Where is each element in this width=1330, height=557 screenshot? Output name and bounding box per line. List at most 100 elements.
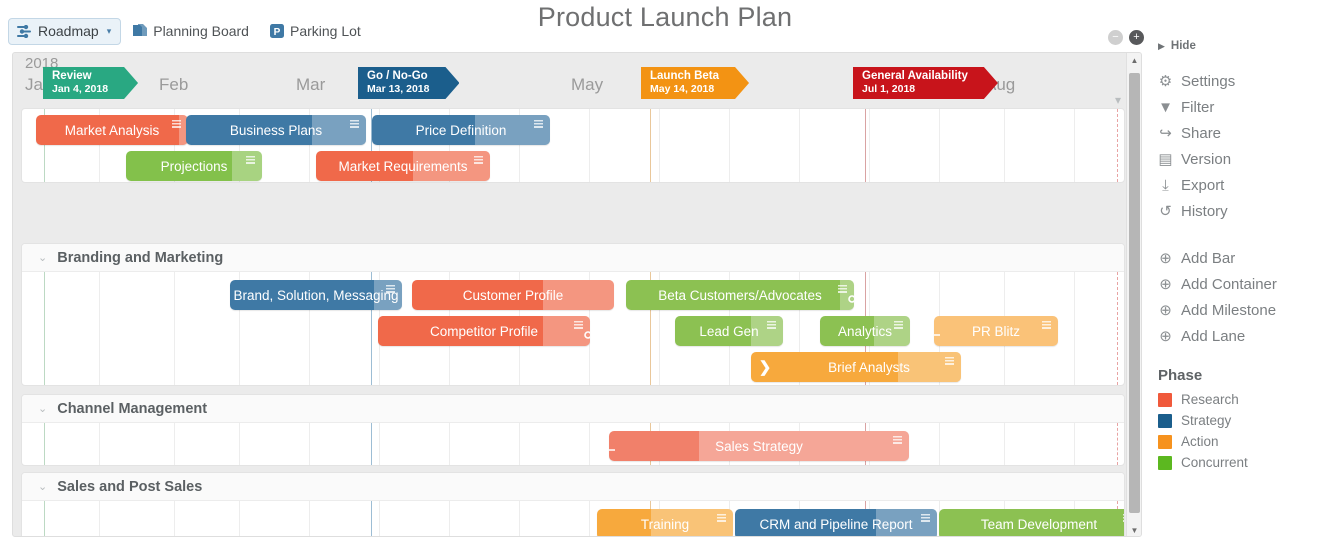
scroll-down-arrow-icon[interactable]: ▼	[1127, 523, 1141, 536]
chart-vertical-scrollbar[interactable]: ▲ ▼	[1126, 53, 1141, 536]
bar-menu-grip-icon[interactable]	[894, 321, 903, 329]
lane-collapse-caret-icon[interactable]: ⌄	[38, 480, 47, 493]
bar-menu-grip-icon[interactable]	[474, 156, 483, 164]
lane-branding-and-marketing: ⌄ Branding and Marketing Brand, Solution, …	[21, 243, 1125, 386]
sidebar-item-add-container[interactable]: ⊕ Add Container	[1158, 271, 1326, 297]
bar-expand-chevron-icon[interactable]: ❯	[751, 352, 779, 382]
bar-menu-grip-icon[interactable]	[246, 156, 255, 164]
milestone-date: May 14, 2018	[650, 83, 715, 95]
sidebar-item-add-milestone[interactable]: ⊕ Add Milestone	[1158, 297, 1326, 323]
gantt-bar-label: Lead Gen	[699, 323, 759, 339]
gantt-bar[interactable]: Projections	[126, 151, 262, 181]
milestone-guide-line	[44, 501, 45, 536]
bar-menu-grip-icon[interactable]	[1042, 321, 1051, 329]
tab-roadmap[interactable]: Roadmap ▾	[8, 18, 122, 45]
lane-header[interactable]: ⌄ Channel Management	[22, 395, 1124, 423]
milestone-title: Review	[52, 70, 92, 82]
gantt-bar[interactable]: Brand, Solution, Messaging	[230, 280, 402, 310]
gridline	[99, 272, 100, 385]
sidebar-item-filter[interactable]: ▼ Filter	[1158, 94, 1326, 120]
lane-body: Training CRM and Pipeline Report Team Deve…	[22, 501, 1124, 536]
gridline	[659, 109, 660, 182]
gantt-bar[interactable]: Beta Customers/Advocates	[626, 280, 854, 310]
milestone-guide-line	[1117, 423, 1118, 465]
lane-title: Branding and Marketing	[57, 249, 224, 266]
gridline	[379, 423, 380, 465]
dependency-connector-left-icon[interactable]	[609, 442, 615, 451]
sidebar-item-version[interactable]: ▤ Version	[1158, 146, 1326, 172]
tab-planning-board[interactable]: Planning Board	[125, 19, 258, 44]
scroll-thumb[interactable]	[1129, 73, 1140, 513]
bar-menu-grip-icon[interactable]	[767, 321, 776, 329]
lane-canvas: Market Analysis Business Plans Price Defin…	[13, 108, 1141, 536]
lane-collapse-caret-icon[interactable]: ⌄	[38, 402, 47, 415]
bar-menu-grip-icon[interactable]	[717, 514, 726, 522]
sidebar-item-history[interactable]: ↺ History	[1158, 198, 1326, 224]
dependency-connector-right-icon[interactable]	[848, 291, 854, 303]
legend-item[interactable]: Research	[1158, 389, 1326, 410]
lane-header[interactable]: ⌄ Sales and Post Sales	[22, 473, 1124, 501]
gantt-bar[interactable]: Competitor Profile	[378, 316, 590, 346]
gantt-bar[interactable]: Business Plans	[186, 115, 366, 145]
legend-item[interactable]: Action	[1158, 431, 1326, 452]
zoom-out-button[interactable]: −	[1108, 30, 1123, 45]
gantt-bar[interactable]: PR Blitz	[934, 316, 1058, 346]
plus-circle-icon: ⊕	[1159, 250, 1172, 267]
sidebar-item-add-lane[interactable]: ⊕ Add Lane	[1158, 323, 1326, 349]
bar-menu-grip-icon[interactable]	[945, 357, 954, 365]
dependency-connector-left-icon[interactable]	[934, 327, 940, 336]
milestone-guide-line	[44, 272, 45, 385]
timeline-header: 2018 Jan Feb Mar May Aug Review Jan 4, 2018 Go…	[13, 53, 1141, 108]
gantt-bar[interactable]: CRM and Pipeline Report	[735, 509, 937, 536]
tab-parking-lot-label: Parking Lot	[289, 23, 361, 39]
bar-menu-grip-icon[interactable]	[893, 436, 902, 444]
zoom-in-button[interactable]: +	[1129, 30, 1144, 45]
plus-circle-icon: ⊕	[1159, 328, 1172, 345]
tab-roadmap-label: Roadmap	[38, 23, 99, 39]
gantt-bar[interactable]: Market Analysis	[36, 115, 188, 145]
gantt-bar-label: CRM and Pipeline Report	[759, 516, 913, 532]
sidebar-item-export[interactable]: ⤓ Export	[1158, 172, 1326, 198]
gantt-bar[interactable]: Market Requirements	[316, 151, 490, 181]
bar-menu-grip-icon[interactable]	[574, 321, 583, 329]
legend-item[interactable]: Strategy	[1158, 410, 1326, 431]
milestone-flag[interactable]: General Availability Jul 1, 2018	[853, 67, 998, 99]
month-label: Mar	[296, 75, 326, 94]
bar-menu-grip-icon[interactable]	[386, 285, 395, 293]
sidebar-item-label: Version	[1181, 150, 1232, 168]
gantt-bar[interactable]: ❯ Brief Analysts	[751, 352, 961, 382]
sidebar-item-share[interactable]: ↪ Share	[1158, 120, 1326, 146]
gantt-bar[interactable]: Lead Gen	[675, 316, 783, 346]
gantt-bar[interactable]: Training	[597, 509, 733, 536]
lane-collapse-caret-icon[interactable]: ⌄	[38, 251, 47, 264]
scroll-up-arrow-icon[interactable]: ▲	[1127, 53, 1141, 68]
bar-menu-grip-icon[interactable]	[921, 514, 930, 522]
sidebar-item-settings[interactable]: ⚙ Settings	[1158, 68, 1326, 94]
bar-menu-grip-icon[interactable]	[350, 120, 359, 128]
gantt-bar[interactable]: Customer Profile	[412, 280, 614, 310]
gantt-bar[interactable]: Analytics	[820, 316, 910, 346]
sidebar-item-add-bar[interactable]: ⊕ Add Bar	[1158, 245, 1326, 271]
dependency-connector-right-icon[interactable]	[584, 327, 590, 339]
lane-top-lane: Market Analysis Business Plans Price Defin…	[21, 108, 1125, 183]
gantt-bar-label: Analytics	[837, 323, 893, 339]
gantt-bar[interactable]: Price Definition	[372, 115, 550, 145]
bar-menu-grip-icon[interactable]	[172, 120, 181, 128]
bar-menu-grip-icon[interactable]	[534, 120, 543, 128]
tab-parking-lot[interactable]: P Parking Lot	[262, 19, 370, 44]
sidebar-item-label: Settings	[1181, 72, 1236, 90]
milestone-flag[interactable]: Review Jan 4, 2018	[43, 67, 138, 99]
legend-label: Action	[1181, 434, 1219, 449]
bar-menu-grip-icon[interactable]	[838, 285, 847, 293]
collapse-all-caret-icon[interactable]: ▾	[1115, 93, 1121, 107]
lane-header[interactable]: ⌄ Branding and Marketing	[22, 244, 1124, 272]
bar-menu-grip-icon[interactable]	[1123, 514, 1124, 522]
legend-item[interactable]: Concurrent	[1158, 452, 1326, 473]
legend-label: Strategy	[1181, 413, 1232, 428]
milestone-flag[interactable]: Go / No-Go Mar 13, 2018	[358, 67, 459, 99]
gridline	[1004, 423, 1005, 465]
hide-panel-button[interactable]: ▶ Hide	[1158, 40, 1326, 52]
milestone-flag[interactable]: Launch Beta May 14, 2018	[641, 67, 749, 99]
gantt-bar[interactable]: Team Development	[939, 509, 1124, 536]
gantt-bar[interactable]: Sales Strategy	[609, 431, 909, 461]
